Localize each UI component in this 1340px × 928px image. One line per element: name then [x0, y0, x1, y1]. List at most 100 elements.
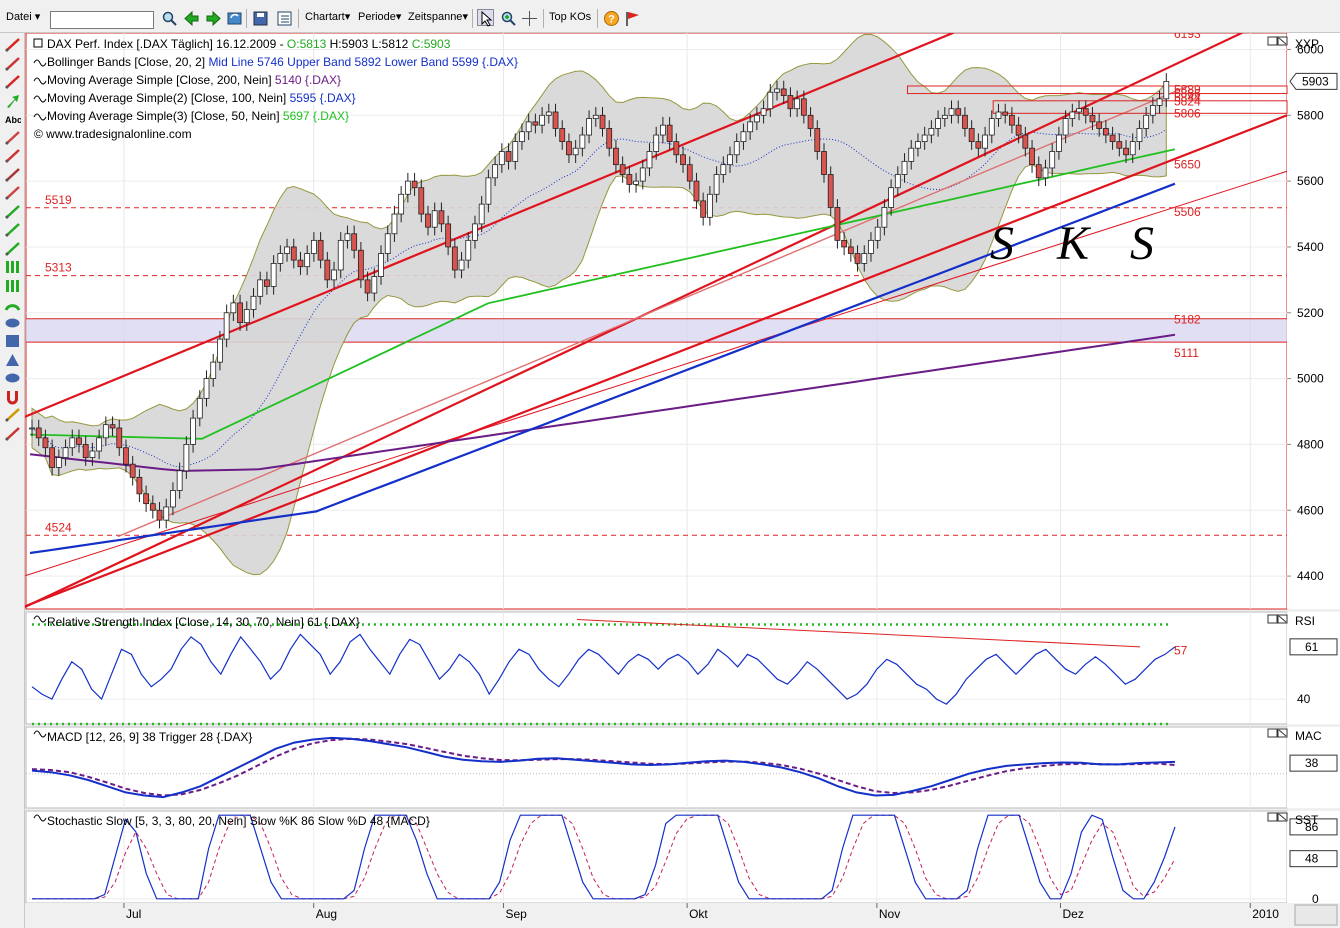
fib-tool-icon[interactable] [4, 167, 21, 183]
candle-body [1156, 98, 1163, 106]
channel-tool-icon[interactable] [4, 148, 21, 164]
candle-body [243, 309, 250, 324]
candle-body [123, 447, 129, 465]
timespan-menu[interactable]: Zeitspanne▾ [408, 9, 468, 26]
triangle-tool-icon[interactable] [4, 352, 21, 368]
pitchfork-tool-icon[interactable] [4, 185, 21, 201]
y-tick-label: 5200 [1297, 306, 1324, 320]
candle-body [1109, 134, 1116, 143]
refresh-icon[interactable] [225, 9, 242, 26]
cycle-tool-icon[interactable] [4, 241, 21, 257]
candle-body [270, 262, 277, 287]
level-label-right: 5650 [1174, 158, 1201, 172]
maximize-icon[interactable] [1267, 728, 1278, 738]
candle-body [472, 223, 478, 241]
magnet-tool-icon[interactable] [4, 389, 21, 405]
candle-body [183, 444, 190, 472]
candle-body [532, 121, 539, 126]
timespan-label: Zeitspanne [408, 11, 463, 23]
pencil-tool-icon[interactable] [4, 407, 21, 423]
rsi-trend-label: 57 [1174, 644, 1188, 658]
candle-body [129, 463, 136, 478]
svg-text:?: ? [608, 14, 615, 26]
chart-type-menu[interactable]: Chartart▾ [305, 9, 350, 26]
maximize-icon[interactable] [1267, 812, 1278, 822]
arrow-right-icon[interactable] [204, 9, 221, 27]
candle-body [606, 128, 613, 149]
maximize-icon[interactable] [1267, 36, 1278, 46]
hline-tool-icon[interactable] [4, 130, 21, 146]
rect-tool-icon[interactable] [4, 333, 21, 349]
candle-body [485, 177, 492, 205]
candle-body [250, 295, 257, 310]
arrow-left-icon[interactable] [182, 9, 199, 27]
candle-body [586, 118, 592, 136]
candle-body [1069, 111, 1076, 119]
candle-body [102, 424, 109, 439]
gann-tool-icon[interactable] [4, 222, 21, 238]
arc-tool-icon[interactable] [4, 296, 21, 312]
candle-body [384, 233, 391, 254]
search-icon[interactable] [160, 9, 177, 26]
top-kos-button[interactable]: Top KOs [549, 9, 591, 26]
candle-body [572, 147, 579, 156]
ellipse-tool-icon[interactable] [4, 315, 21, 331]
candle-body [277, 253, 284, 264]
candle-body [868, 239, 874, 254]
candle-body [821, 151, 827, 175]
symbol-search-input[interactable] [50, 11, 154, 29]
flag-icon[interactable] [623, 9, 640, 26]
pen-tool-icon[interactable] [4, 56, 21, 72]
chart-area[interactable]: 5519531345246193609558895866584458245806… [0, 0, 1340, 928]
panel-title: Stochastic Slow [5, 3, 3, 80, 20, Nein] … [47, 814, 430, 828]
crosshair-icon[interactable] [520, 9, 537, 26]
stoch-d-value: 48 [1305, 852, 1319, 866]
candle-body [505, 151, 512, 162]
candle-body [438, 210, 445, 225]
panel-title: MACD [12, 26, 9] 38 Trigger 28 {.DAX} [47, 730, 252, 744]
line-tool-icon[interactable] [4, 37, 21, 53]
candle-body [693, 180, 700, 202]
ray-tool-icon[interactable] [4, 74, 21, 90]
candle-body [794, 98, 801, 110]
candle-body [774, 88, 780, 93]
candle-body [827, 174, 834, 208]
candle-body [337, 239, 344, 271]
candle-body [344, 233, 351, 241]
list-icon[interactable] [275, 9, 292, 26]
level-label-right: 5506 [1174, 205, 1201, 219]
candle-body [720, 164, 727, 175]
x-tick-label: Nov [879, 907, 900, 921]
candle-body [975, 141, 982, 149]
grid-tool-icon[interactable] [4, 259, 21, 275]
scroll-thumb[interactable] [1294, 904, 1338, 926]
circle-tool-icon[interactable] [4, 370, 21, 386]
bars-tool-icon[interactable] [4, 278, 21, 294]
help-icon[interactable]: ? [602, 9, 619, 26]
x-tick-label: Aug [316, 907, 337, 921]
candle-body [908, 147, 915, 162]
candle-body [451, 246, 458, 271]
zoom-icon[interactable] [499, 9, 516, 26]
candle-body [881, 207, 888, 228]
candle-body [156, 509, 163, 521]
level-label-left: 5313 [45, 261, 72, 275]
candle-body [666, 124, 673, 143]
candle-body [96, 437, 103, 452]
file-menu[interactable]: Datei ▾ [6, 9, 40, 26]
candle-body [1049, 151, 1056, 169]
text-tool-icon[interactable]: Abc [4, 111, 21, 127]
rsi-tick-label: 40 [1297, 692, 1311, 706]
candle-body [1076, 108, 1082, 113]
period-menu[interactable]: Periode▾ [358, 9, 401, 26]
arrow-tool-icon[interactable] [4, 93, 21, 109]
candle-body [841, 239, 848, 248]
panel-title: Relative Strength Index [Close, 14, 30, … [47, 615, 360, 629]
regression-tool-icon[interactable] [4, 204, 21, 220]
eraser-tool-icon[interactable] [4, 426, 21, 442]
candle-body [69, 437, 76, 449]
candle-body [847, 246, 854, 254]
pointer-icon[interactable] [477, 9, 494, 27]
maximize-icon[interactable] [1267, 614, 1278, 624]
save-icon[interactable] [251, 9, 268, 26]
